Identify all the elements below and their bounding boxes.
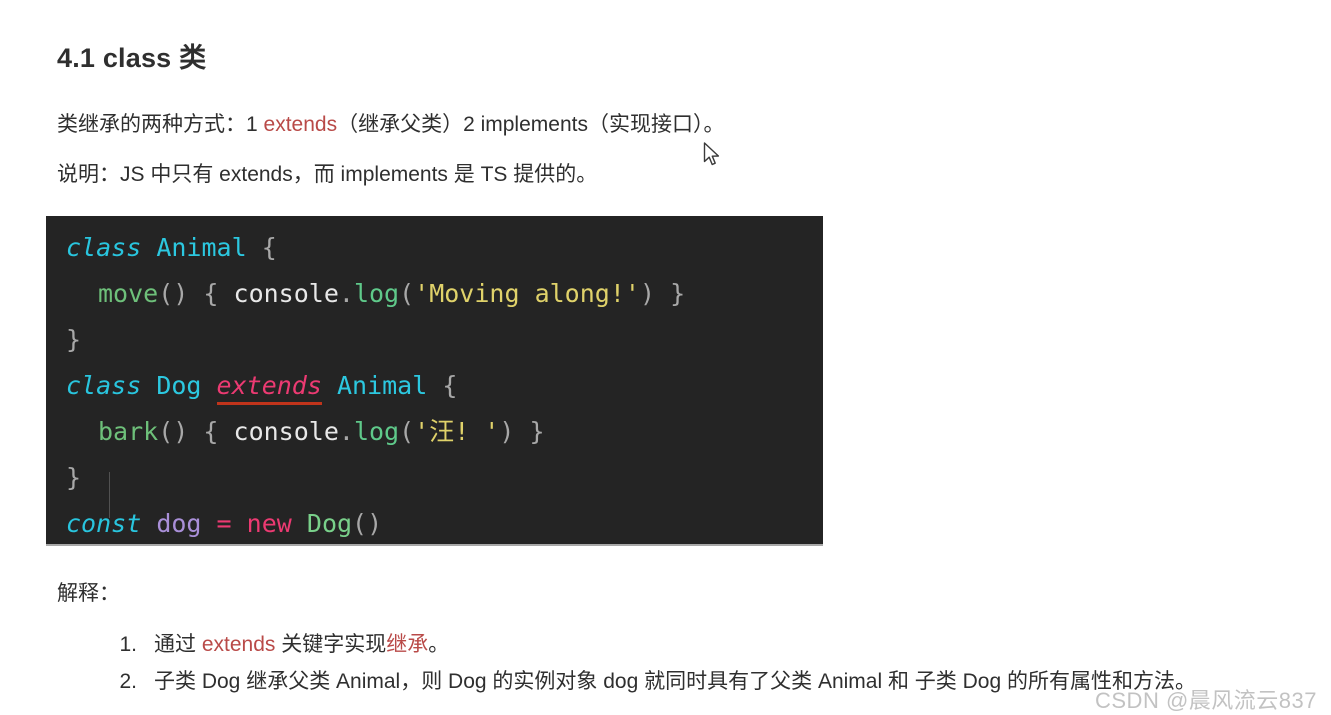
code-line: } (46, 317, 823, 363)
code-token-function: move (98, 279, 159, 308)
list-item-0-segment-1: extends (201, 633, 276, 656)
code-block[interactable]: class Animal {move() { console.log('Movi… (46, 216, 823, 546)
code-token-function: bark (98, 417, 159, 446)
mouse-cursor-icon (703, 142, 721, 168)
list-item-0-segment-2: 关键字实现 (275, 633, 387, 656)
page-title: 4.1 class 类 (57, 43, 207, 74)
code-token-type: Animal (336, 371, 428, 400)
code-line: bark() { console.log('汪! ') } (46, 409, 823, 455)
code-token-punct: { (261, 233, 277, 262)
code-token-punct: } (66, 325, 82, 354)
code-token-punct: ( (399, 417, 415, 446)
code-token-keyword: class (66, 371, 142, 400)
code-token-punct: ) (639, 279, 655, 308)
paragraph-inheritance-ways-segment-1: extends (263, 113, 338, 136)
list-item-marker: 2. (119, 670, 137, 693)
code-line: class Dog extends Animal { (46, 363, 823, 409)
list-item-text: 子类 Dog 继承父类 Animal，则 Dog 的实例对象 dog 就同时具有… (154, 670, 1196, 693)
paragraph-inheritance-ways: 类继承的两种方式：1 extends（继承父类）2 implements（实现接… (57, 110, 724, 140)
code-token-string: 'Moving along!' (414, 279, 640, 308)
code-token-punct: } (66, 463, 82, 492)
code-token-plain: console (233, 417, 339, 446)
code-token-string: '汪! ' (414, 417, 500, 446)
code-token-punct: { (203, 279, 219, 308)
code-token-class-name: Dog (306, 509, 353, 538)
code-token-keyword: const (66, 509, 142, 538)
code-token-punct: } (529, 417, 545, 446)
list-item-0-segment-3: 继承 (386, 633, 429, 656)
code-token-punct: { (203, 417, 219, 446)
code-token-variable: dog (156, 509, 202, 538)
paragraph-note: 说明：JS 中只有 extends，而 implements 是 TS 提供的。 (57, 160, 597, 190)
code-line: move() { console.log('Moving along!') } (46, 271, 823, 317)
paragraph-inheritance-ways-segment-0: 类继承的两种方式：1 (57, 113, 264, 136)
code-token-extends-underlined: extends (216, 371, 322, 400)
list-item: 2. 子类 Dog 继承父类 Animal，则 Dog 的实例对象 dog 就同时… (57, 663, 1196, 700)
paragraph-note-segment-0: 说明：JS 中只有 extends，而 implements 是 TS 提供的。 (57, 163, 598, 186)
code-token-type: Dog (156, 371, 202, 400)
list-item-text: 通过 extends 关键字实现继承。 (154, 633, 449, 656)
code-token-punct: { (442, 371, 458, 400)
list-item-0-segment-4: 。 (428, 633, 450, 656)
code-token-punct: () (352, 509, 383, 538)
list-item-0-segment-0: 通过 (154, 633, 202, 656)
code-token-punct: () (158, 417, 189, 446)
code-token-operator: = (216, 509, 232, 538)
code-line: const dog = new Dog() (46, 501, 823, 544)
list-item: 1. 通过 extends 关键字实现继承。 (57, 626, 1196, 663)
code-line: class Animal { (46, 225, 823, 271)
code-line: } (46, 455, 823, 501)
code-token-punct: . (338, 279, 354, 308)
code-token-property: log (353, 417, 400, 446)
explanation-list: 1. 通过 extends 关键字实现继承。 2. 子类 Dog 继承父类 Anima… (57, 626, 1196, 700)
code-token-punct: ( (399, 279, 415, 308)
code-token-type: Animal (156, 233, 247, 262)
code-token-punct: } (670, 279, 686, 308)
document-page: 4.1 class 类 类继承的两种方式：1 extends（继承父类）2 im… (0, 0, 1331, 715)
code-token-punct: . (338, 417, 354, 446)
list-item-marker: 1. (119, 633, 137, 656)
explanation-label: 解释： (57, 582, 120, 605)
code-token-punct: () (158, 279, 189, 308)
code-token-property: log (353, 279, 400, 308)
list-item-1-segment-0: 子类 Dog 继承父类 Animal，则 Dog 的实例对象 dog 就同时具有… (154, 670, 1196, 693)
code-token-new-keyword: new (246, 509, 292, 538)
code-token-plain: console (233, 279, 339, 308)
code-token-keyword: class (66, 233, 142, 262)
paragraph-inheritance-ways-segment-2: （继承父类）2 implements（实现接口）。 (337, 113, 725, 136)
code-token-punct: ) (499, 417, 515, 446)
